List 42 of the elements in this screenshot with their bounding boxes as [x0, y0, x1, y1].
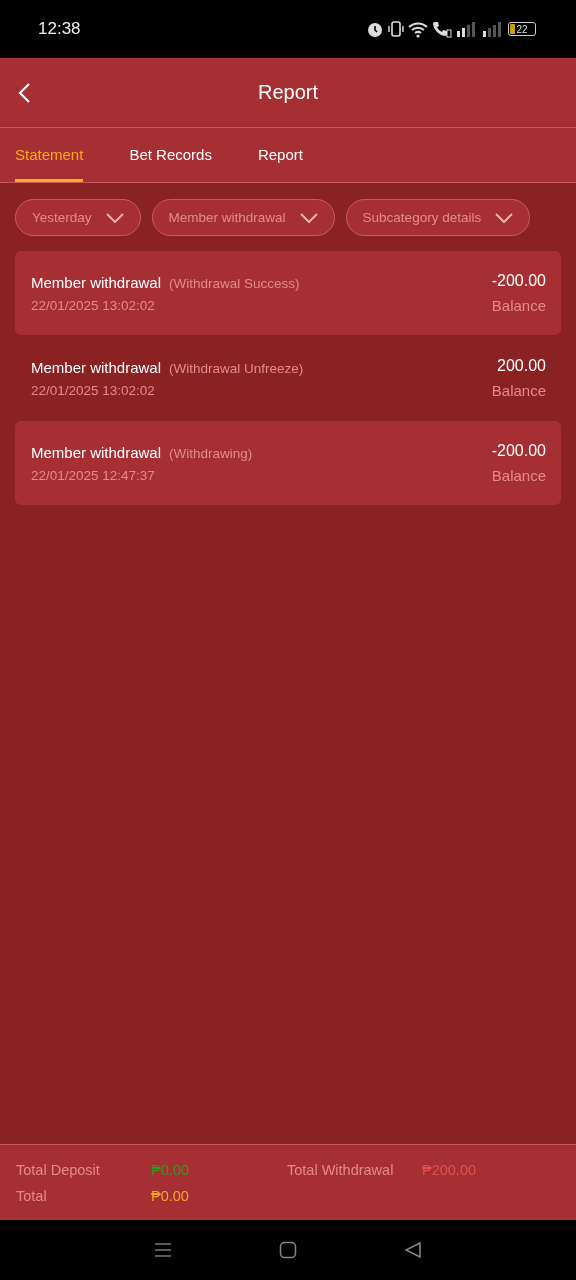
- record-type: Member withdrawal: [31, 443, 162, 461]
- back-icon[interactable]: [16, 81, 32, 104]
- record-status: (Withdrawing): [169, 445, 253, 461]
- summary-label: Total Withdrawal: [287, 1161, 395, 1178]
- home-icon[interactable]: [279, 1241, 297, 1259]
- record-account: Balance: [491, 382, 546, 399]
- signal-icon: [482, 20, 504, 38]
- summary-value: ₱0.00: [151, 1161, 189, 1178]
- record-card[interactable]: Member withdrawal (Withdrawal Success) 22/01/2025 13:02:02 -200.00 Balance: [15, 251, 561, 335]
- signal-icon: [456, 20, 478, 38]
- summary-value: ₱200.00: [422, 1161, 477, 1178]
- record-amount: -200.00: [491, 272, 546, 290]
- summary-value: ₱0.00: [151, 1187, 189, 1204]
- record-account: Balance: [491, 297, 546, 314]
- chevron-down-icon: [299, 212, 318, 223]
- back-icon[interactable]: [404, 1241, 423, 1259]
- record-amount: -200.00: [491, 442, 546, 460]
- battery-level: 22: [516, 23, 528, 35]
- tab[interactable]: Statement: [15, 128, 84, 182]
- chevron-down-icon: [105, 212, 124, 223]
- record-account: Balance: [491, 467, 546, 484]
- vibrate-icon: [388, 20, 404, 38]
- record-amount: 200.00: [497, 357, 546, 375]
- record-status: (Withdrawal Unfreeze): [169, 360, 304, 376]
- wifi-icon: [408, 20, 428, 38]
- record-time: 22/01/2025 13:02:02: [31, 382, 156, 398]
- tab[interactable]: Report: [257, 128, 303, 182]
- tab[interactable]: Bet Records: [129, 128, 212, 182]
- summary-label: Total Deposit: [16, 1161, 101, 1178]
- clock-time: 12:38: [38, 19, 81, 39]
- record-type: Member withdrawal: [31, 273, 162, 291]
- record-type: Member withdrawal: [31, 358, 162, 376]
- record-card[interactable]: Member withdrawal (Withdrawing) 22/01/2025 12:47:37 -200.00 Balance: [15, 421, 561, 505]
- page-title: Report: [258, 81, 318, 104]
- wifi-call-icon: [432, 20, 452, 38]
- alarm-clock-icon: [366, 20, 384, 38]
- summary-label: Total: [16, 1187, 48, 1204]
- record-time: 22/01/2025 13:02:02: [31, 297, 156, 313]
- chevron-down-icon: [495, 212, 514, 223]
- menu-icon[interactable]: [153, 1242, 172, 1258]
- record-status: (Withdrawal Success): [169, 275, 300, 291]
- record-time: 22/01/2025 12:47:37: [31, 467, 156, 483]
